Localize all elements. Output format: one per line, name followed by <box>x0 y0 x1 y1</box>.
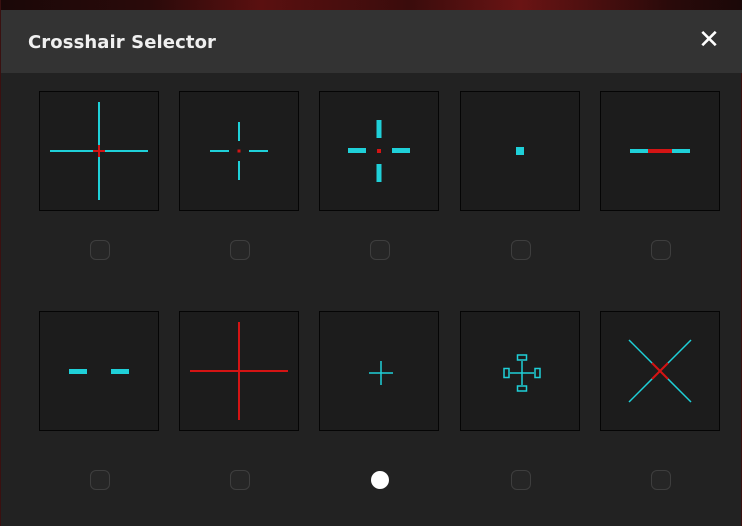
crosshair-option-7[interactable] <box>179 311 299 431</box>
crosshair-framed-icon <box>503 354 541 392</box>
background-strip <box>1 0 742 10</box>
crosshair-option-2[interactable] <box>179 91 299 211</box>
crosshair-option-6[interactable] <box>39 311 159 431</box>
crosshair-long-cross-icon <box>50 102 148 200</box>
crosshair-radio-9[interactable] <box>511 470 531 490</box>
crosshair-radio-10[interactable] <box>651 470 671 490</box>
crosshair-option-9[interactable] <box>460 311 580 431</box>
crosshair-radio-7[interactable] <box>230 470 250 490</box>
crosshair-small-plus-icon <box>369 361 393 385</box>
crosshair-option-8[interactable] <box>319 311 439 431</box>
crosshair-gapped-thick-icon <box>348 120 410 182</box>
crosshair-horizontal-icon <box>630 149 690 153</box>
close-icon[interactable]: ✕ <box>695 24 723 56</box>
radio-selected-dot <box>371 471 389 489</box>
crosshair-option-4[interactable] <box>460 91 580 211</box>
crosshair-option-1[interactable] <box>39 91 159 211</box>
crosshair-radio-1[interactable] <box>90 240 110 260</box>
crosshair-gapped-thin-icon <box>210 122 268 180</box>
crosshair-option-10[interactable] <box>600 311 720 431</box>
crosshair-dot-icon <box>516 147 524 155</box>
crosshair-radio-6[interactable] <box>90 470 110 490</box>
crosshair-x-cross-icon <box>628 339 692 403</box>
crosshair-selector-window: Crosshair Selector ✕ <box>0 0 742 526</box>
crosshair-radio-4[interactable] <box>511 240 531 260</box>
crosshair-radio-8[interactable] <box>370 470 390 490</box>
crosshair-radio-2[interactable] <box>230 240 250 260</box>
crosshair-option-3[interactable] <box>319 91 439 211</box>
title-bar: Crosshair Selector ✕ <box>1 10 742 73</box>
crosshair-radio-3[interactable] <box>370 240 390 260</box>
crosshair-option-5[interactable] <box>600 91 720 211</box>
window-title: Crosshair Selector <box>28 32 217 53</box>
crosshair-large-red-icon <box>190 322 288 420</box>
crosshair-radio-5[interactable] <box>651 240 671 260</box>
crosshair-dashes-icon <box>69 369 129 374</box>
